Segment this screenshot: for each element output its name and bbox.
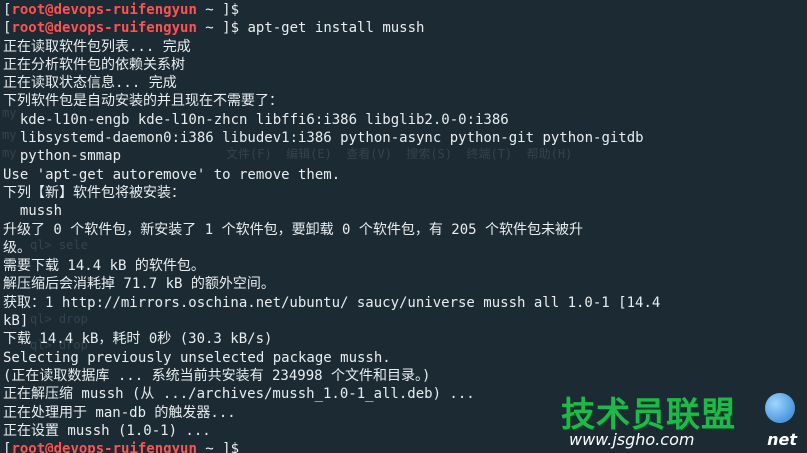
output-line: 下列软件包是自动安装的并且现在不需要了： xyxy=(3,93,283,110)
output-line: 级。 xyxy=(3,239,31,256)
watermark-logo: 技术员联盟 www.jsgho.com net xyxy=(561,387,801,449)
prompt-bracket: ] xyxy=(222,441,231,453)
output-line: kde-l10n-engb kde-l10n-zhcn libffi6:i386… xyxy=(3,111,509,128)
prompt-bracket: ] xyxy=(222,2,231,18)
prompt-line: [root@devops-ruifengyun ~ ]$ apt-get ins… xyxy=(3,19,807,37)
watermark-title: 技术员联盟 xyxy=(561,395,736,435)
prompt-user-host: root@devops-ruifengyun xyxy=(11,20,197,37)
prompt-path: ~ xyxy=(196,2,223,18)
output-line: Selecting previously unselected package … xyxy=(3,349,391,366)
watermark-net: net xyxy=(767,430,797,449)
output-line: 升级了 0 个软件包，新安装了 1 个软件包，要卸载 0 个软件包，有 205 … xyxy=(3,221,583,238)
output-line: 下载 14.4 kB，耗时 0秒 (30.3 kB/s) xyxy=(3,331,273,348)
prompt-command: $ apt-get install mussh xyxy=(230,20,425,37)
terminal-window[interactable]: 文件(F) 编辑(E) 查看(V) 搜索(S) 终端(T) 帮助(H) my m… xyxy=(0,0,807,453)
output-line: 下列【新】软件包将被安装： xyxy=(3,184,185,201)
output-line: 获取：1 http://mirrors.oschina.net/ubuntu/ … xyxy=(3,294,661,311)
output-line: libsystemd-daemon0:i386 libudev1:i386 py… xyxy=(3,130,644,147)
output-line: 解压缩后会消耗掉 71.7 kB 的额外空间。 xyxy=(3,276,275,293)
prompt-user-host: root@devops-ruifengyun xyxy=(11,441,197,453)
terminal-output[interactable]: [root@devops-ruifengyun ~ ]$ [root@devops… xyxy=(3,1,807,453)
output-line: python-smmap xyxy=(3,148,122,165)
prompt-command: $ xyxy=(230,2,240,18)
output-line: Use 'apt-get autoremove' to remove them. xyxy=(3,166,341,183)
prompt-path: ~ xyxy=(196,20,223,37)
prompt-bracket: ] xyxy=(222,20,231,37)
output-line: 正在读取状态信息... 完成 xyxy=(3,75,177,92)
prompt-line: [root@devops-ruifengyun ~ ]$ xyxy=(3,1,807,19)
globe-icon xyxy=(765,393,795,423)
output-line: 正在读取软件包列表... 完成 xyxy=(3,38,191,55)
output-line: 需要下载 14.4 kB 的软件包。 xyxy=(3,258,205,275)
output-line: 正在分析软件包的依赖关系树 xyxy=(3,56,185,73)
prompt-command: $ xyxy=(230,441,240,453)
output-line: kB] xyxy=(3,313,29,330)
prompt-path: ~ xyxy=(196,441,223,453)
output-line: (正在读取数据库 ... 系统当前共安装有 234998 个文件和目录。) xyxy=(3,367,431,384)
watermark-url: www.jsgho.com xyxy=(569,430,695,449)
prompt-user-host: root@devops-ruifengyun xyxy=(11,2,197,18)
output-line: mussh xyxy=(3,203,63,220)
